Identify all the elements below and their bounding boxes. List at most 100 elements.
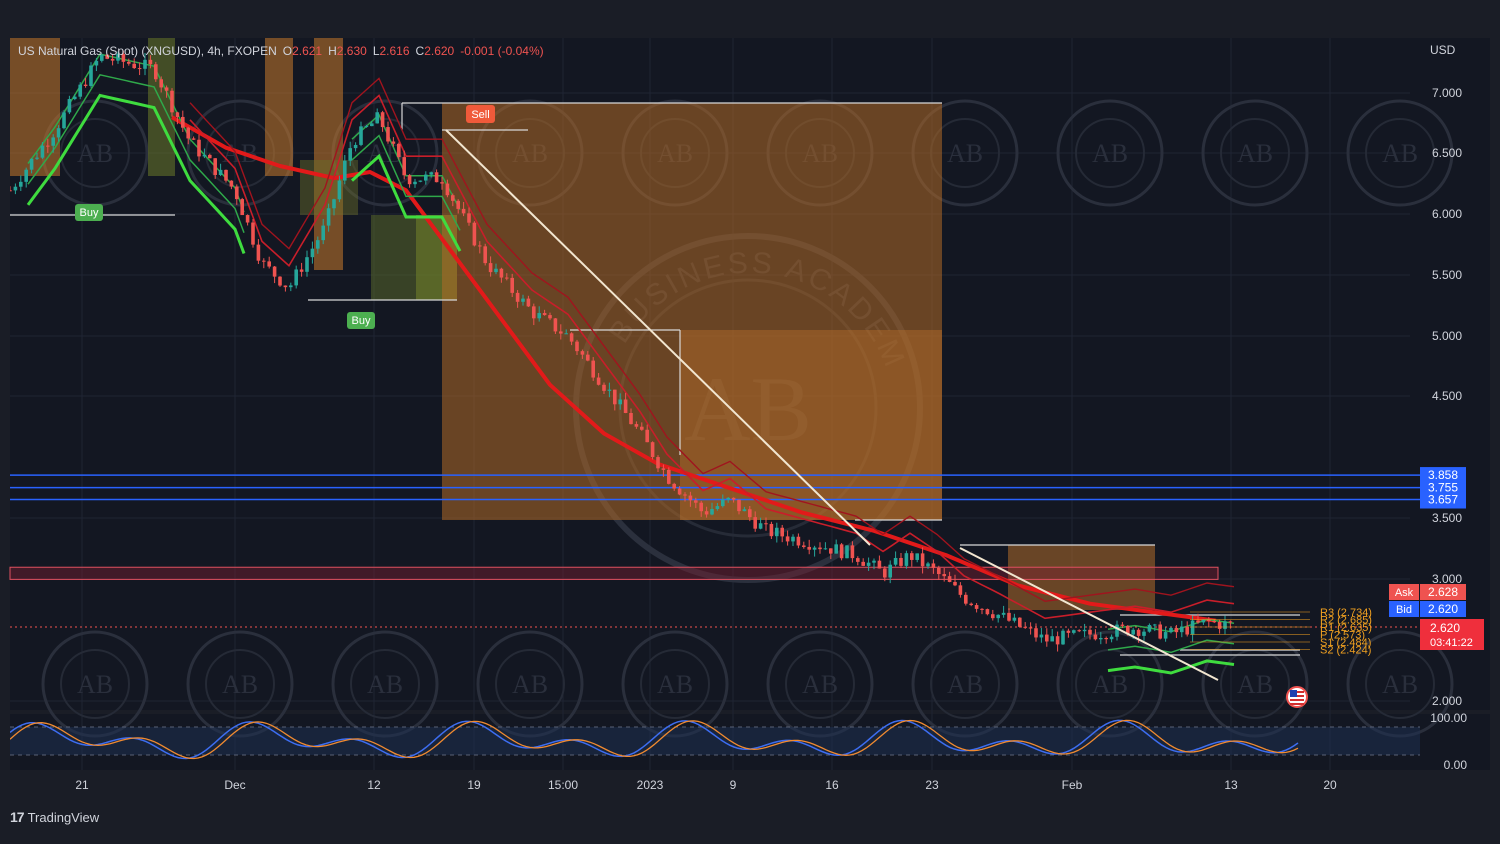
buy-marker-2[interactable]: Buy <box>347 312 375 329</box>
candle-body <box>683 494 687 496</box>
candle-body <box>229 180 234 187</box>
candle-body <box>1088 629 1092 635</box>
candle-body <box>861 561 865 566</box>
candle-body <box>926 563 930 567</box>
candle-body <box>559 331 563 334</box>
candle-body <box>386 127 390 142</box>
candle-body <box>607 389 612 391</box>
watermark-mark: AB <box>1092 139 1128 168</box>
candle-body <box>996 614 1000 619</box>
x-tick-label: 13 <box>1224 778 1238 792</box>
candle-body <box>451 195 455 201</box>
candle-body <box>1109 636 1114 640</box>
candle-body <box>78 84 82 97</box>
watermark-mark: AB <box>77 139 113 168</box>
candle-body <box>1104 638 1108 640</box>
candle-body <box>343 160 347 181</box>
watermark-mark: AB <box>222 670 258 699</box>
candle-body <box>807 546 811 550</box>
candle-body <box>521 298 525 302</box>
candle-body <box>186 127 190 139</box>
svg-text:Sell: Sell <box>471 109 489 121</box>
candle-body <box>1093 634 1098 640</box>
candle-body <box>618 399 622 405</box>
watermark-mark: AB <box>947 139 983 168</box>
candle-body <box>127 61 131 64</box>
y-tick-label: 6.000 <box>1432 207 1462 221</box>
tradingview-brand[interactable]: 17 TradingView <box>10 809 99 825</box>
candle-body <box>10 190 12 192</box>
candle-body <box>235 186 239 200</box>
us-flag-icon[interactable] <box>1286 686 1308 708</box>
candle-body <box>164 87 169 91</box>
candle-body <box>969 603 973 606</box>
candle-body <box>51 137 55 146</box>
candle-body <box>289 285 293 288</box>
candle-body <box>731 497 736 500</box>
candle-body <box>467 213 471 223</box>
watermark-mark: AB <box>947 670 983 699</box>
candle-body <box>893 557 898 565</box>
candle-body <box>510 277 514 293</box>
candle-body <box>677 488 682 495</box>
candle-body <box>19 181 23 187</box>
candle-body <box>726 497 730 500</box>
candle-body <box>845 545 849 559</box>
candle-body <box>1228 621 1233 623</box>
y-tick-label: 7.000 <box>1432 86 1462 100</box>
bid-badge: Bid 2.620 <box>1389 601 1466 617</box>
candle-body <box>472 222 477 246</box>
candle-body <box>202 154 207 157</box>
candle-body <box>73 96 77 100</box>
watermark-mark: AB <box>1382 670 1418 699</box>
candle-body <box>737 499 741 512</box>
candle-body <box>920 553 925 567</box>
candle-body <box>791 536 795 542</box>
candle-body <box>310 248 315 258</box>
candle-body <box>613 389 617 405</box>
candle-body <box>586 354 590 361</box>
candle-body <box>839 544 844 559</box>
candle-body <box>1018 617 1022 627</box>
buy-marker-1[interactable]: Buy <box>75 204 103 221</box>
candle-body <box>240 199 244 216</box>
tradingview-logo-icon: 17 <box>10 809 25 825</box>
candle-body <box>391 141 396 144</box>
candle-body <box>542 313 547 316</box>
trade-zone <box>680 330 942 520</box>
svg-text:Ask: Ask <box>1395 587 1414 599</box>
x-tick-label: 12 <box>367 778 381 792</box>
candle-body <box>742 509 747 512</box>
candle-body <box>1023 626 1027 628</box>
candle-body <box>499 268 504 278</box>
candle-body <box>13 186 18 191</box>
currency-label: USD <box>1430 43 1456 57</box>
candle-body <box>83 84 88 87</box>
candle-body <box>964 594 968 604</box>
price-chart[interactable]: ABABABABABABABABABABABABABABABABABABABAB… <box>0 0 1500 844</box>
candle-body <box>850 545 855 559</box>
candle-body <box>958 585 963 595</box>
candle-body <box>56 128 61 138</box>
watermark-mark: AB <box>367 670 403 699</box>
candle-body <box>883 568 887 578</box>
y-tick-label: 3.500 <box>1432 511 1462 525</box>
sell-marker[interactable]: Sell <box>466 105 495 123</box>
x-tick-label: 9 <box>730 778 737 792</box>
x-tick-label: 20 <box>1323 778 1337 792</box>
candle-body <box>953 581 957 586</box>
x-tick-label: Feb <box>1062 778 1083 792</box>
candle-body <box>159 79 163 88</box>
candle-body <box>154 64 158 80</box>
candle-body <box>1099 638 1103 640</box>
candle-body <box>256 244 261 261</box>
candle-body <box>640 426 644 430</box>
candle-body <box>494 268 498 273</box>
osc-tick-label: 0.00 <box>1444 758 1468 772</box>
candle-body <box>332 199 336 209</box>
resistance-zone[interactable] <box>9 566 1219 580</box>
candle-body <box>704 511 709 515</box>
svg-text:2.620: 2.620 <box>1430 621 1460 635</box>
candle-body <box>62 112 66 129</box>
y-tick-label: 5.500 <box>1432 268 1462 282</box>
